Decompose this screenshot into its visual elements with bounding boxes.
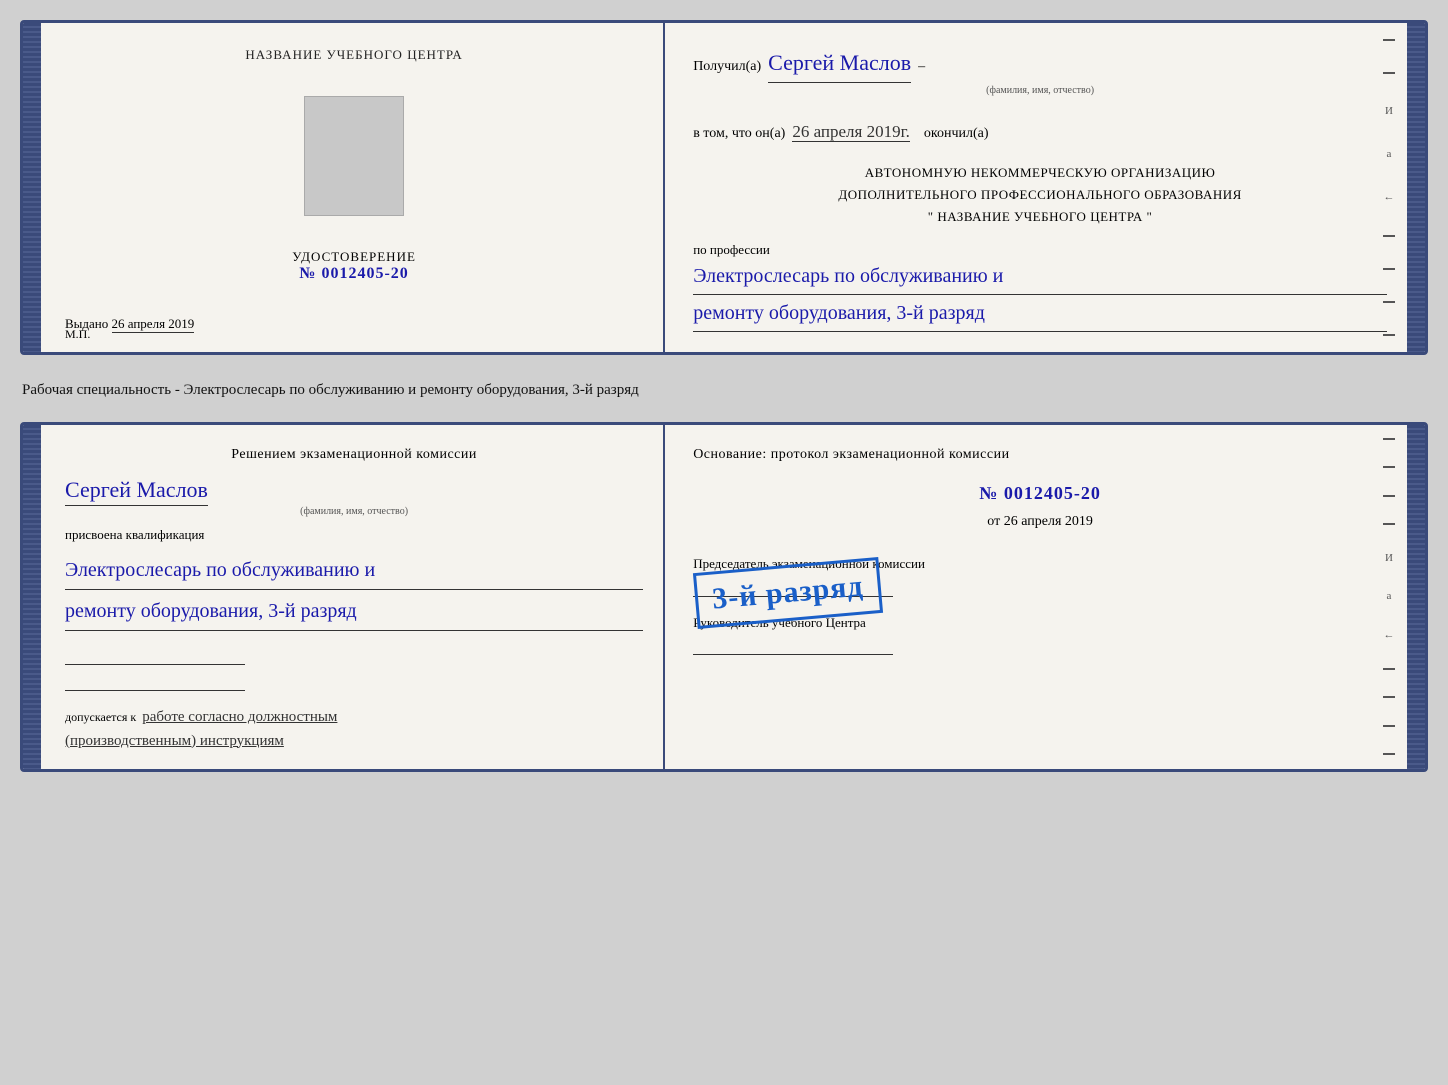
certificate-inner: НАЗВАНИЕ УЧЕБНОГО ЦЕНТРА УДОСТОВЕРЕНИЕ №… bbox=[41, 23, 1407, 352]
deco-dash bbox=[1383, 466, 1395, 468]
qualification-line2: ремонту оборудования, 3-й разряд bbox=[65, 592, 643, 631]
recipient-name: Сергей Маслов bbox=[768, 45, 911, 83]
in-that-prefix: в том, что он(а) bbox=[693, 126, 785, 141]
assigned-text: присвоена квалификация bbox=[65, 527, 643, 543]
qual-left-panel: Решением экзаменационной комиссии Сергей… bbox=[41, 425, 665, 769]
fio-label-2: (фамилия, имя, отчество) bbox=[65, 506, 643, 517]
profession-block: по профессии Электрослесарь по обслужива… bbox=[693, 242, 1387, 332]
allowed-handwritten2: (производственным) инструкциям bbox=[65, 733, 284, 749]
fio-label-1: (фамилия, имя, отчество) bbox=[693, 83, 1387, 99]
completed-suffix: окончил(а) bbox=[924, 126, 989, 141]
in-that-line: в том, что он(а) 26 апреля 2019г. окончи… bbox=[693, 117, 1387, 148]
deco-dash bbox=[1383, 39, 1395, 41]
deco-dash bbox=[1383, 72, 1395, 74]
cert-right-panel: И а ← Получил(а) Сергей Маслов – (фамили… bbox=[665, 23, 1407, 352]
decision-title: Решением экзаменационной комиссии bbox=[65, 447, 643, 463]
deco-dash bbox=[1383, 301, 1395, 303]
basis-title: Основание: протокол экзаменационной коми… bbox=[693, 447, 1387, 463]
org-line1: АВТОНОМНУЮ НЕКОММЕРЧЕСКУЮ ОРГАНИЗАЦИЮ bbox=[865, 165, 1216, 180]
profession-line1: Электрослесарь по обслуживанию и bbox=[693, 258, 1387, 295]
deco-dash bbox=[1383, 696, 1395, 698]
deco-letter-a: а bbox=[1387, 148, 1392, 160]
protocol-date: от 26 апреля 2019 bbox=[693, 514, 1387, 530]
cert-left-panel: НАЗВАНИЕ УЧЕБНОГО ЦЕНТРА УДОСТОВЕРЕНИЕ №… bbox=[41, 23, 665, 352]
org-name-top: НАЗВАНИЕ УЧЕБНОГО ЦЕНТРА bbox=[245, 47, 462, 63]
qualification-line1: Электрослесарь по обслуживанию и bbox=[65, 551, 643, 590]
deco-letter-arrow2: ← bbox=[1384, 629, 1395, 641]
sig-line-2 bbox=[65, 671, 245, 691]
issued-line: Выдано 26 апреля 2019 bbox=[65, 316, 643, 332]
deco-dash bbox=[1383, 268, 1395, 270]
cert-number-block: УДОСТОВЕРЕНИЕ № 0012405-20 bbox=[292, 249, 416, 283]
org-text: АВТОНОМНУЮ НЕКОММЕРЧЕСКУЮ ОРГАНИЗАЦИЮ ДО… bbox=[693, 162, 1387, 228]
received-line: Получил(а) Сергей Маслов – (фамилия, имя… bbox=[693, 45, 1387, 99]
deco-letter-i2: И bbox=[1385, 552, 1393, 564]
allowed-handwritten: работе согласно должностным bbox=[142, 709, 337, 725]
profession-line2: ремонту оборудования, 3-й разряд bbox=[693, 295, 1387, 332]
received-prefix: Получил(а) bbox=[693, 59, 761, 74]
deco-dash bbox=[1383, 334, 1395, 336]
qual-name: Сергей Маслов bbox=[65, 477, 208, 506]
deco-dash bbox=[1383, 668, 1395, 670]
protocol-number: № 0012405-20 bbox=[693, 483, 1387, 504]
between-text: Рабочая специальность - Электрослесарь п… bbox=[20, 373, 1428, 404]
certificate-card: НАЗВАНИЕ УЧЕБНОГО ЦЕНТРА УДОСТОВЕРЕНИЕ №… bbox=[20, 20, 1428, 355]
org-line3: " НАЗВАНИЕ УЧЕБНОГО ЦЕНТРА " bbox=[928, 209, 1153, 224]
qualification-inner: Решением экзаменационной комиссии Сергей… bbox=[41, 425, 1407, 769]
deco-dash bbox=[1383, 753, 1395, 755]
right-deco-lines-2: И а ← bbox=[1379, 425, 1399, 769]
deco-dash bbox=[1383, 523, 1395, 525]
cert-number: № 0012405-20 bbox=[292, 265, 416, 283]
name-block2: Сергей Маслов (фамилия, имя, отчество) bbox=[65, 477, 643, 517]
deco-letter-i: И bbox=[1385, 105, 1393, 117]
cert-label: УДОСТОВЕРЕНИЕ bbox=[292, 249, 416, 265]
allowed-prefix: допускается к bbox=[65, 710, 136, 724]
deco-dash bbox=[1383, 438, 1395, 440]
profession-prefix: по профессии bbox=[693, 242, 770, 257]
signature-lines bbox=[65, 645, 643, 691]
mp-label: М.П. bbox=[65, 327, 90, 342]
head-sig-line bbox=[693, 635, 893, 655]
deco-letter-arrow: ← bbox=[1384, 191, 1395, 203]
qualification-card: Решением экзаменационной комиссии Сергей… bbox=[20, 422, 1428, 772]
allowed-text-block: допускается к работе согласно должностны… bbox=[65, 705, 643, 753]
deco-dash bbox=[1383, 495, 1395, 497]
sig-line-1 bbox=[65, 645, 245, 665]
org-line2: ДОПОЛНИТЕЛЬНОГО ПРОФЕССИОНАЛЬНОГО ОБРАЗО… bbox=[838, 187, 1241, 202]
right-deco-lines: И а ← bbox=[1379, 23, 1399, 352]
photo-placeholder bbox=[304, 96, 404, 216]
qual-right-panel: И а ← Основание: протокол экзаменационно… bbox=[665, 425, 1407, 769]
page-wrapper: НАЗВАНИЕ УЧЕБНОГО ЦЕНТРА УДОСТОВЕРЕНИЕ №… bbox=[20, 20, 1428, 772]
deco-dash bbox=[1383, 725, 1395, 727]
head-block: Руководитель учебного Центра bbox=[693, 615, 1387, 655]
deco-letter-a2: а bbox=[1387, 590, 1392, 602]
deco-dash bbox=[1383, 235, 1395, 237]
completed-date: 26 апреля 2019г. bbox=[792, 122, 910, 142]
